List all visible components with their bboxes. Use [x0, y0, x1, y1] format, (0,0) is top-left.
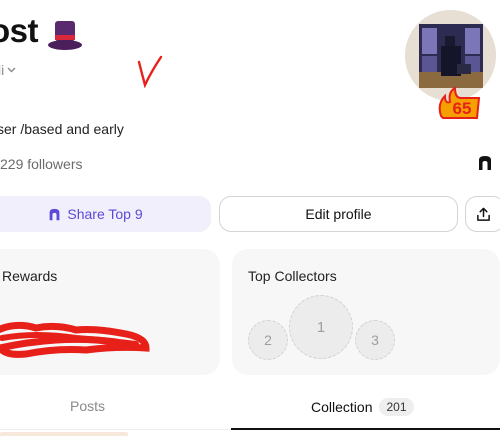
badge-number: 65 [453, 99, 472, 118]
rewards-title: Rewards [2, 268, 58, 284]
collection-count-badge: 201 [379, 398, 414, 416]
arch-icon [50, 208, 60, 220]
share-top-9-label: Share Top 9 [67, 206, 143, 222]
profile-bio: ser /based and early [0, 121, 124, 137]
active-tab-indicator [231, 428, 500, 430]
tab-posts[interactable]: Posts [70, 398, 105, 414]
top-collectors-card[interactable]: Top Collectors 1 2 3 [232, 249, 500, 375]
content-preview-peek [0, 432, 128, 436]
tab-collection[interactable]: Collection 201 [311, 398, 414, 416]
edit-profile-button[interactable]: Edit profile [219, 196, 458, 232]
share-button[interactable] [465, 196, 500, 232]
followers-count[interactable]: 229 followers [0, 156, 83, 172]
edit-profile-label: Edit profile [305, 206, 372, 222]
username: li [0, 62, 5, 78]
collector-slot-2[interactable]: 2 [248, 320, 288, 360]
collector-slot-3[interactable]: 3 [355, 320, 395, 360]
username-dropdown[interactable]: li [0, 60, 16, 78]
chevron-down-icon [7, 60, 16, 76]
handwritten-v-mark [137, 55, 163, 88]
top-collectors-title: Top Collectors [248, 268, 337, 284]
tab-collection-label: Collection [311, 399, 373, 415]
profile-title: ost [0, 12, 39, 49]
upload-icon [477, 207, 490, 221]
avatar[interactable]: 65 [405, 10, 500, 120]
fire-badge-icon: 65 [438, 86, 481, 119]
arch-icon[interactable] [477, 155, 493, 171]
redaction-scribble [0, 321, 150, 358]
collector-slot-1[interactable]: 1 [289, 295, 353, 359]
share-top-9-button[interactable]: Share Top 9 [0, 196, 211, 232]
top-hat-icon [48, 21, 82, 50]
